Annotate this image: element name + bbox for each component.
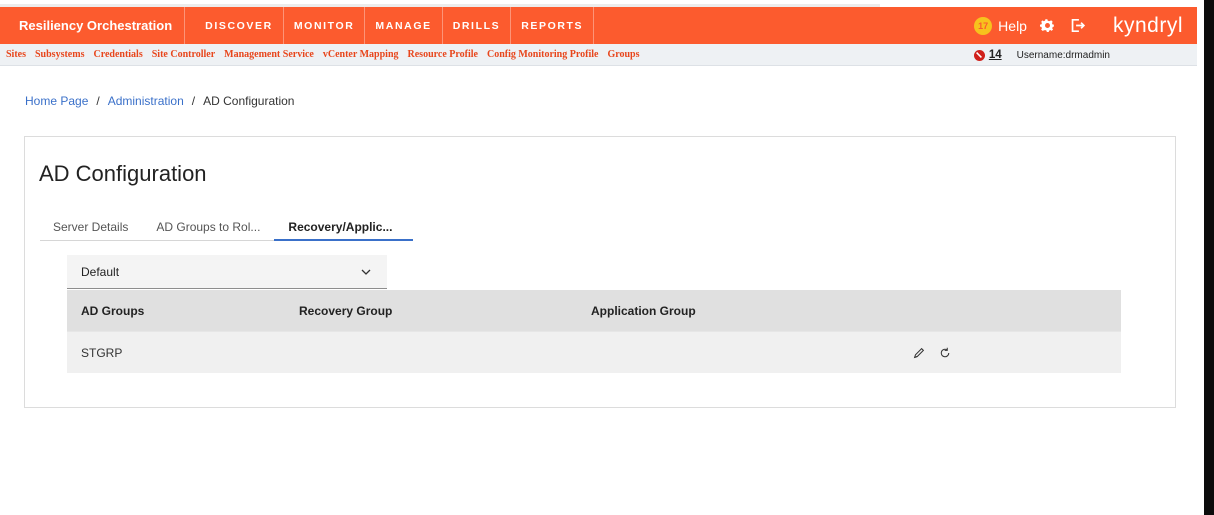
breadcrumb: Home Page / Administration / AD Configur… (25, 94, 294, 108)
nav-discover[interactable]: DISCOVER (185, 7, 284, 44)
subnav-sites[interactable]: Sites (6, 49, 26, 60)
logout-icon[interactable] (1069, 17, 1087, 35)
breadcrumb-separator: / (96, 94, 100, 108)
notification-button[interactable]: 17 (972, 15, 994, 37)
page-title: AD Configuration (39, 161, 207, 186)
header-actions: 17 Help kyndryl (972, 7, 1197, 44)
table-header: AD Groups Recovery Group Application Gro… (67, 290, 1121, 331)
edit-icon[interactable] (911, 345, 927, 361)
nav-monitor[interactable]: MONITOR (284, 7, 366, 44)
subnav-groups[interactable]: Groups (607, 49, 639, 60)
gear-icon[interactable] (1039, 17, 1057, 35)
subnav-site-controller[interactable]: Site Controller (152, 49, 215, 60)
tab-bar: Server Details AD Groups to Rol... Recov… (40, 214, 414, 241)
nav-manage[interactable]: MANAGE (365, 7, 443, 44)
ad-groups-table: AD Groups Recovery Group Application Gro… (67, 290, 1121, 373)
subnav-subsystems[interactable]: Subsystems (35, 49, 84, 60)
group-select-dropdown[interactable]: Default (67, 255, 387, 289)
main-nav: DISCOVER MONITOR MANAGE DRILLS REPORTS (185, 7, 595, 44)
breadcrumb-current: AD Configuration (203, 94, 295, 108)
ad-configuration-card: AD Configuration Server Details AD Group… (24, 136, 1176, 408)
subnav-resource-profile[interactable]: Resource Profile (408, 49, 478, 60)
column-application-group: Application Group (591, 303, 696, 318)
subnav-config-monitoring-profile[interactable]: Config Monitoring Profile (487, 49, 598, 60)
lightbulb-icon: 17 (974, 16, 993, 35)
subnav-management-service[interactable]: Management Service (224, 49, 314, 60)
breadcrumb-home[interactable]: Home Page (25, 94, 88, 108)
top-strip (0, 0, 1214, 7)
column-ad-groups: AD Groups (81, 303, 145, 318)
column-recovery-group: Recovery Group (299, 303, 393, 318)
help-link[interactable]: Help (998, 18, 1027, 34)
username-label: Username:drmadmin (1016, 49, 1110, 61)
cell-ad-group: STGRP (81, 346, 123, 360)
window-edge (1204, 0, 1214, 515)
nav-reports[interactable]: REPORTS (511, 7, 595, 44)
subnav-vcenter-mapping[interactable]: vCenter Mapping (323, 49, 399, 60)
tab-server-details[interactable]: Server Details (40, 214, 142, 240)
subnav-credentials[interactable]: Credentials (93, 49, 142, 60)
breadcrumb-administration[interactable]: Administration (108, 94, 184, 108)
kyndryl-logo: kyndryl (1112, 13, 1183, 37)
tab-ad-groups-to-roles[interactable]: AD Groups to Rol... (142, 214, 274, 240)
sub-navigation: Sites Subsystems Credentials Site Contro… (0, 44, 1197, 66)
subnav-status: 14 Username:drmadmin (973, 44, 1110, 66)
table-row: STGRP (67, 331, 1121, 373)
top-header: Resiliency Orchestration DISCOVER MONITO… (0, 7, 1197, 44)
tab-recovery-application[interactable]: Recovery/Applic... (274, 214, 414, 241)
alert-count-link[interactable]: 14 (989, 49, 1002, 61)
refresh-icon[interactable] (937, 345, 953, 361)
chevron-down-icon (361, 265, 371, 279)
dropdown-value: Default (81, 264, 120, 279)
app-brand[interactable]: Resiliency Orchestration (0, 7, 186, 44)
breadcrumb-separator: / (191, 94, 196, 108)
nav-drills[interactable]: DRILLS (443, 7, 512, 44)
alert-icon (973, 49, 985, 61)
